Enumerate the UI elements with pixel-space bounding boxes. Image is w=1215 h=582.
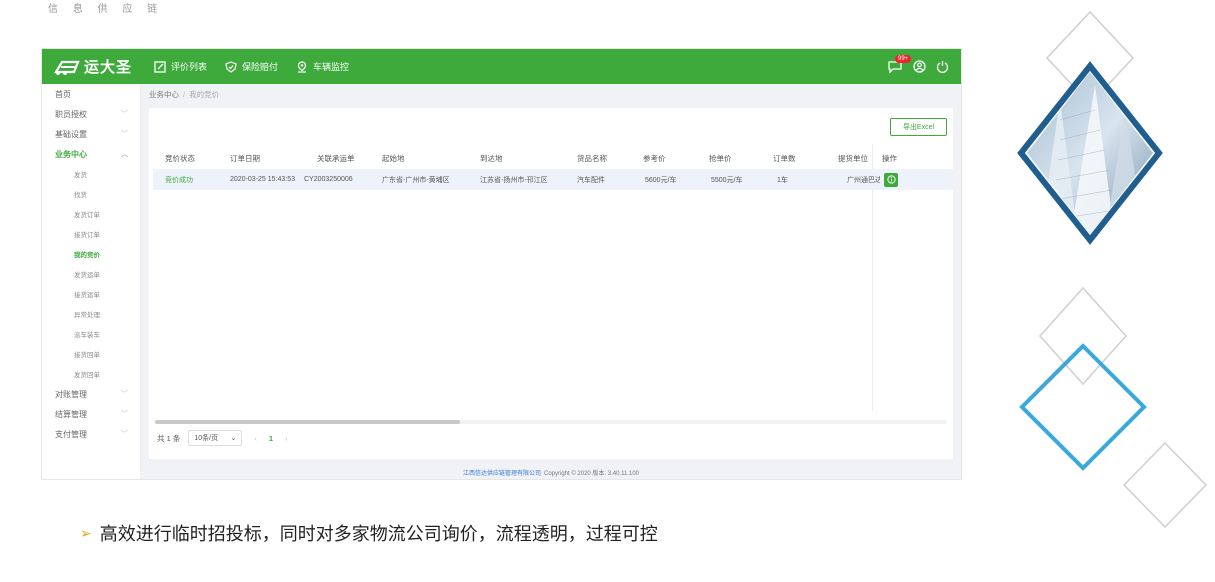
building-photo-diamond — [1027, 72, 1153, 234]
diamond-outline-bottom — [1122, 441, 1208, 529]
decorative-diamonds — [1017, 10, 1208, 529]
diamond-outline-middle — [1038, 286, 1128, 386]
diamond-outline-light-blue — [1019, 343, 1147, 471]
